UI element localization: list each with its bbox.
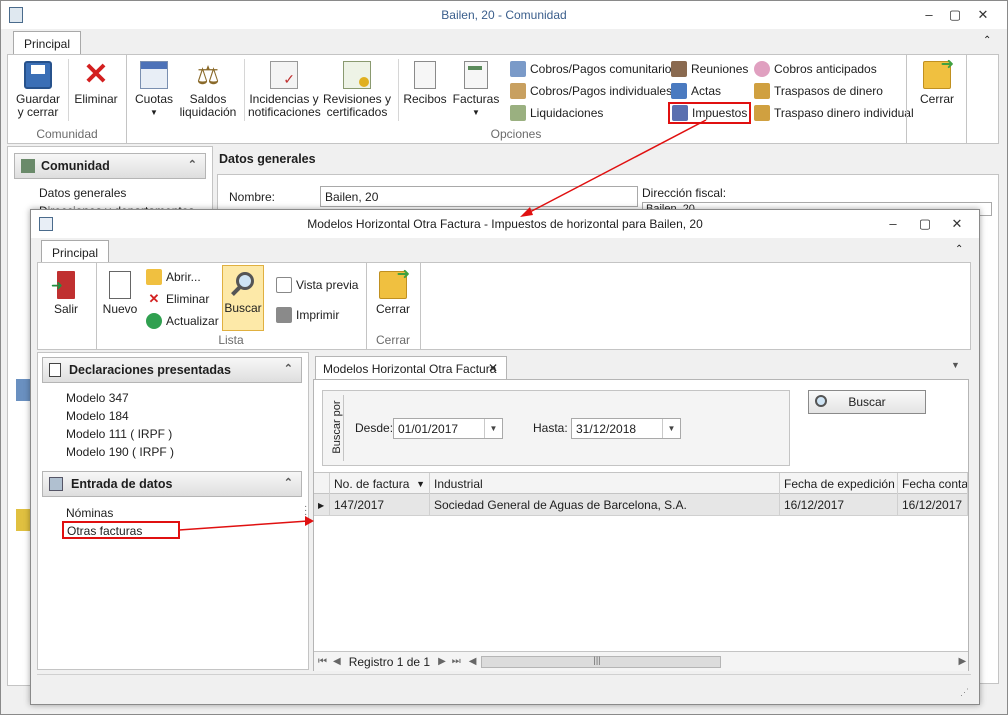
arrowhead-otras-facturas — [305, 516, 314, 526]
arrow-otras-facturas — [178, 520, 309, 531]
annotation-arrows — [178, 119, 707, 531]
arrowhead-impuestos — [520, 207, 533, 217]
arrow-impuestos — [527, 119, 707, 214]
